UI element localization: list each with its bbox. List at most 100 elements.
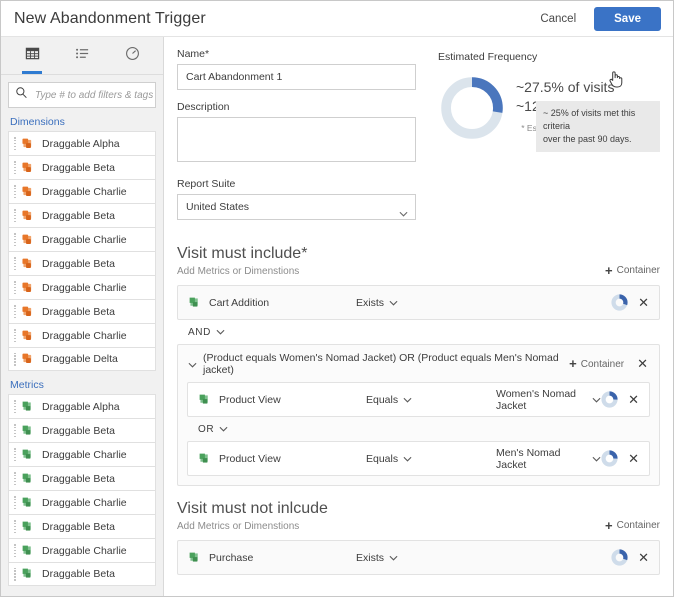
list-item-label: Draggable Beta: [42, 305, 115, 318]
drag-handle-icon[interactable]: [12, 329, 19, 342]
report-suite-select[interactable]: United States: [177, 194, 416, 220]
drag-handle-icon[interactable]: [12, 161, 19, 174]
visit-must-not-include-section: Visit must not inlcude Add Metrics or Di…: [177, 499, 660, 575]
rule-actions: ✕: [601, 391, 640, 408]
abandonment-trigger-window: New Abandonment Trigger Cancel Save Type…: [0, 0, 674, 597]
rule-operator-dropdown[interactable]: Equals: [366, 453, 496, 465]
logic-operator-or[interactable]: OR: [187, 417, 650, 441]
metric-icon: [21, 448, 35, 462]
rule-operator-dropdown[interactable]: Exists: [356, 552, 486, 564]
rule-metric: Purchase: [188, 551, 356, 565]
list-item[interactable]: Draggable Alpha: [8, 131, 156, 155]
list-item[interactable]: Draggable Delta: [8, 347, 156, 371]
save-button[interactable]: Save: [594, 6, 661, 31]
tab-list[interactable]: [61, 38, 103, 74]
metric-icon: [21, 496, 35, 510]
remove-rule-button[interactable]: ✕: [627, 452, 640, 465]
drag-handle-icon[interactable]: [12, 424, 19, 437]
list-item[interactable]: Draggable Beta: [8, 466, 156, 490]
rule-operator-label: Equals: [366, 452, 399, 465]
drag-handle-icon[interactable]: [12, 448, 19, 461]
logic-operator-and[interactable]: AND: [177, 320, 660, 344]
list-item[interactable]: Draggable Charlie: [8, 323, 156, 347]
rule-row[interactable]: Purchase Exists ✕: [177, 540, 660, 575]
remove-rule-button[interactable]: ✕: [627, 393, 640, 406]
name-input[interactable]: [177, 64, 416, 90]
rule-frequency-donut[interactable]: [611, 294, 628, 311]
drag-handle-icon[interactable]: [12, 352, 19, 366]
rule-row[interactable]: Product View Equals Men's Nomad Jacket ✕: [187, 441, 650, 476]
rule-frequency-donut[interactable]: [601, 391, 618, 408]
exclude-add-container-button[interactable]: + Container: [605, 519, 660, 532]
remove-rule-button[interactable]: ✕: [637, 296, 650, 309]
components-list[interactable]: Dimensions Draggable Alpha Draggable Beta…: [1, 113, 163, 596]
drag-handle-icon[interactable]: [12, 209, 19, 222]
chevron-down-icon: [592, 394, 601, 406]
rule-frequency-donut[interactable]: [601, 450, 618, 467]
drag-handle-icon[interactable]: [12, 567, 19, 581]
list-item[interactable]: Draggable Beta: [8, 514, 156, 538]
components-sidebar: Dimensions Draggable Alpha Draggable Beta…: [1, 37, 164, 596]
tooltip-line-2: over the past 90 days.: [543, 134, 632, 144]
rule-value-dropdown[interactable]: Women's Nomad Jacket: [496, 388, 601, 412]
rule-value-label: Men's Nomad Jacket: [496, 446, 561, 471]
list-item[interactable]: Draggable Charlie: [8, 275, 156, 299]
cancel-button[interactable]: Cancel: [531, 8, 585, 30]
report-suite-label: Report Suite: [177, 178, 236, 190]
list-item[interactable]: Draggable Charlie: [8, 179, 156, 203]
rule-row[interactable]: Product View Equals Women's Nomad Jacket: [187, 382, 650, 417]
metric-icon: [21, 520, 35, 534]
drag-handle-icon[interactable]: [12, 496, 19, 509]
drag-handle-icon[interactable]: [12, 544, 19, 557]
dimension-icon: [21, 281, 35, 295]
drag-handle-icon[interactable]: [12, 233, 19, 246]
drag-handle-icon[interactable]: [12, 137, 19, 150]
rule-row[interactable]: Cart Addition Exists ✕: [177, 285, 660, 320]
list-item[interactable]: Draggable Charlie: [8, 227, 156, 251]
search-box[interactable]: [8, 82, 163, 108]
list-item[interactable]: Draggable Charlie: [8, 442, 156, 466]
rule-operator-dropdown[interactable]: Exists: [356, 297, 486, 309]
rule-operator-dropdown[interactable]: Equals: [366, 394, 496, 406]
description-input[interactable]: [177, 117, 416, 162]
rule-value-label: Women's Nomad Jacket: [496, 387, 577, 412]
drag-handle-icon[interactable]: [12, 520, 19, 533]
list-item[interactable]: Draggable Charlie: [8, 490, 156, 514]
drag-handle-icon[interactable]: [12, 185, 19, 198]
list-item-label: Draggable Beta: [42, 472, 115, 485]
list-item[interactable]: Draggable Beta: [8, 299, 156, 323]
chevron-down-icon: [403, 453, 412, 465]
include-add-container-button[interactable]: + Container: [605, 264, 660, 277]
chevron-down-icon[interactable]: [188, 355, 197, 373]
search-input[interactable]: [28, 88, 163, 102]
nested-add-container-label: Container: [580, 358, 625, 370]
rule-frequency-donut[interactable]: [611, 549, 628, 566]
drag-handle-icon[interactable]: [12, 305, 19, 318]
rule-operator-label: Exists: [356, 296, 385, 309]
drag-handle-icon[interactable]: [12, 400, 19, 413]
list-item[interactable]: Draggable Beta: [8, 251, 156, 275]
list-item[interactable]: Draggable Beta: [8, 562, 156, 586]
rule-metric-label: Product View: [219, 393, 281, 406]
titlebar-actions: Cancel Save: [531, 6, 661, 31]
list-item[interactable]: Draggable Beta: [8, 203, 156, 227]
frequency-donut-chart: [441, 77, 503, 139]
remove-container-button[interactable]: ✕: [636, 357, 649, 370]
remove-rule-button[interactable]: ✕: [637, 551, 650, 564]
drag-handle-icon[interactable]: [12, 281, 19, 294]
list-item[interactable]: Draggable Beta: [8, 155, 156, 179]
name-label: Name*: [177, 48, 210, 60]
drag-handle-icon[interactable]: [12, 257, 19, 270]
list-item[interactable]: Draggable Beta: [8, 418, 156, 442]
drag-handle-icon[interactable]: [12, 472, 19, 485]
list-item[interactable]: Draggable Charlie: [8, 538, 156, 562]
metric-icon: [188, 296, 202, 310]
dimension-icon: [21, 352, 35, 366]
rule-value-dropdown[interactable]: Men's Nomad Jacket: [496, 447, 601, 471]
tab-components[interactable]: [11, 38, 53, 74]
dimension-icon: [21, 161, 35, 175]
list-item[interactable]: Draggable Alpha: [8, 394, 156, 418]
metrics-group: Draggable Alpha Draggable Beta Draggable C…: [8, 394, 156, 586]
tab-gauge[interactable]: [111, 38, 153, 74]
nested-add-container-button[interactable]: + Container: [569, 357, 625, 370]
